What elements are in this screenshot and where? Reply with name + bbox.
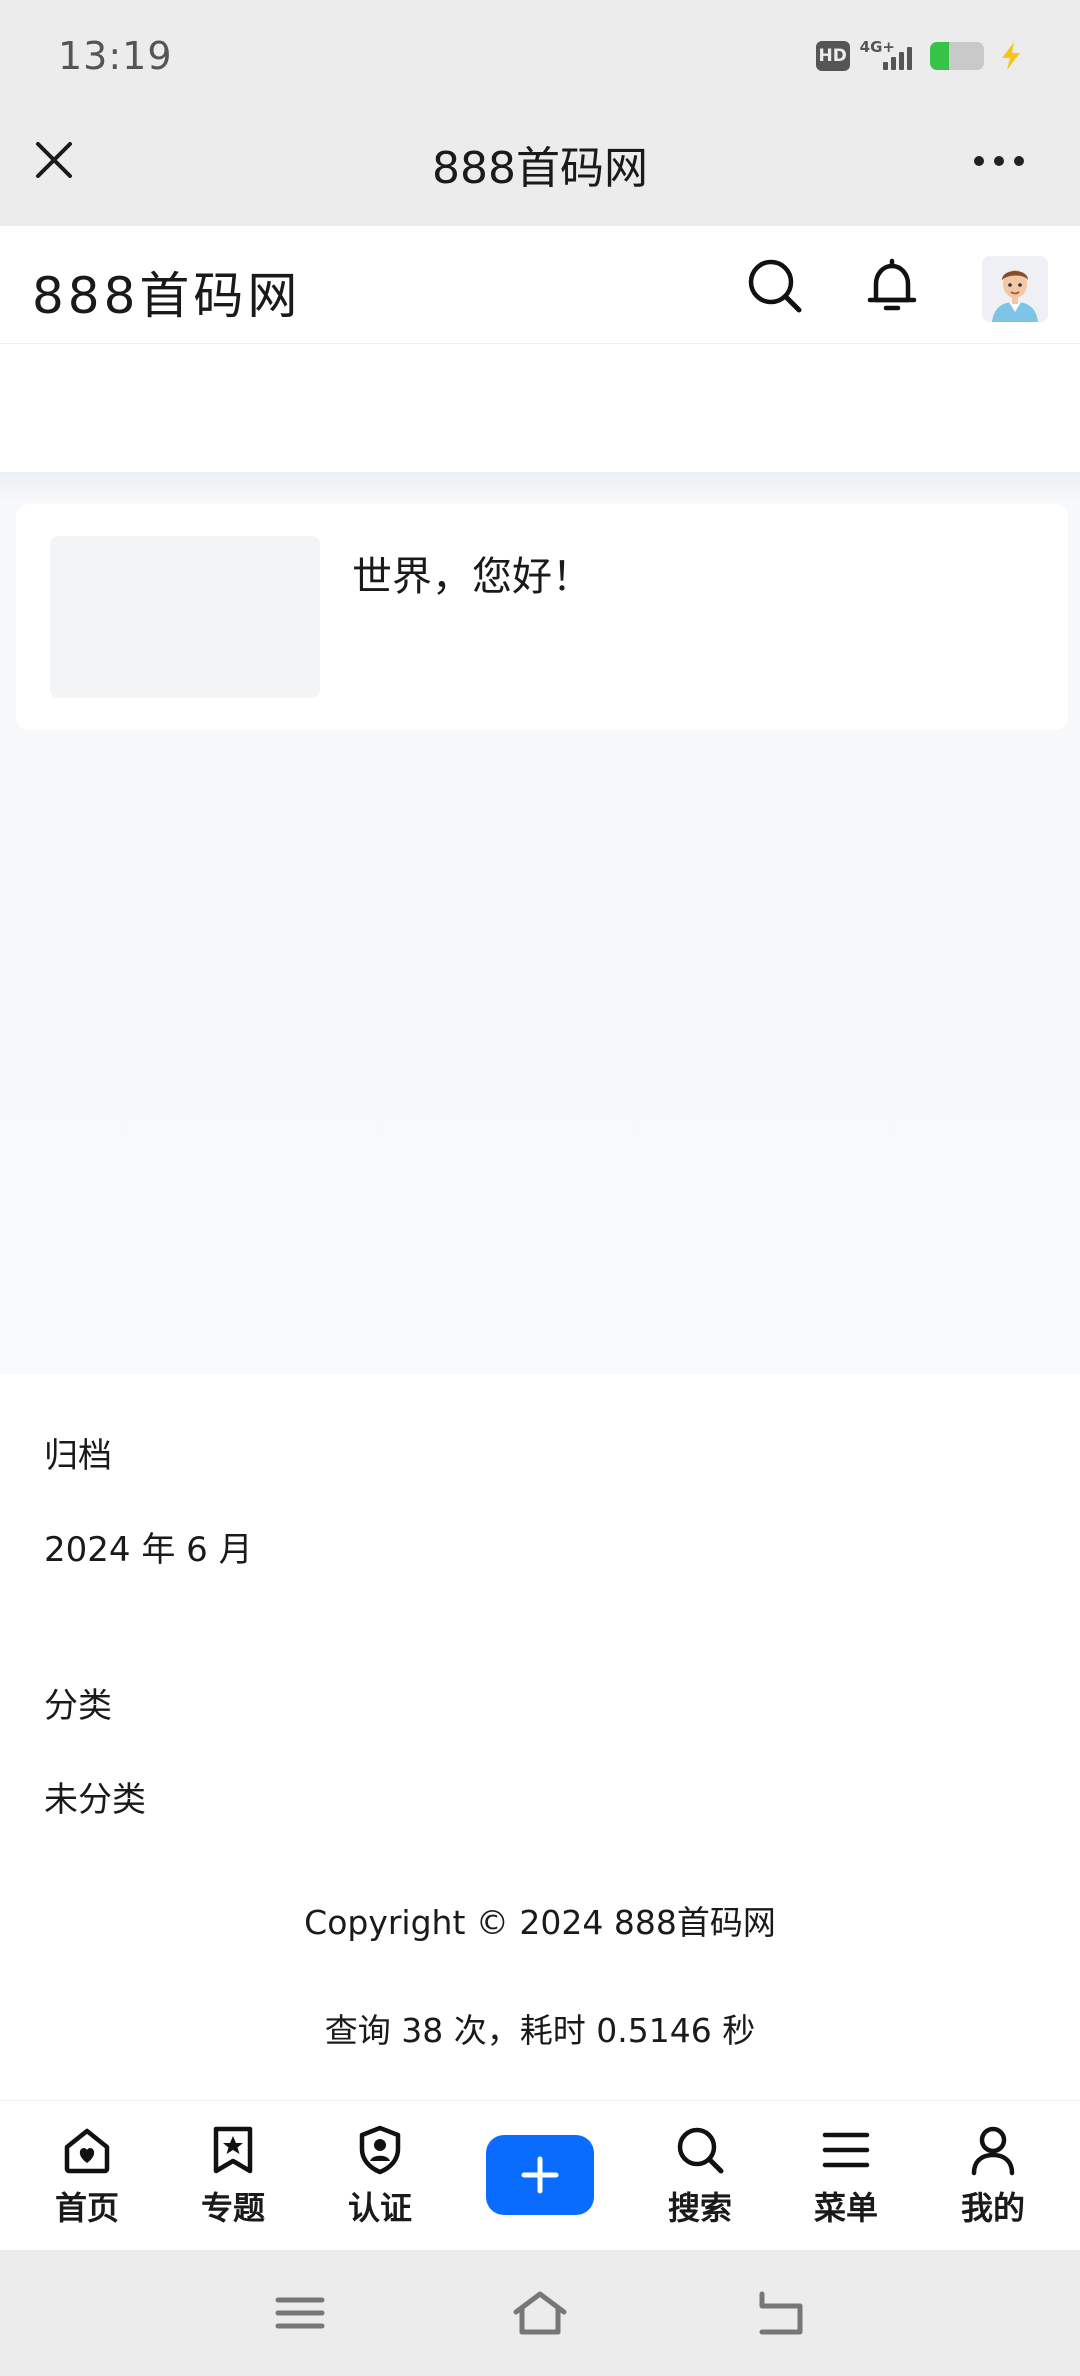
tab-search[interactable]: 搜索 (640, 2123, 760, 2229)
menu-icon (822, 2132, 870, 2168)
tab-label: 首页 (54, 2189, 119, 2227)
user-icon (971, 2126, 1015, 2176)
footer-copyright: Copyright © 2024 888首码网 (304, 1903, 776, 1942)
tab-profile[interactable]: 我的 (933, 2123, 1053, 2229)
title-bar: 888首码网 (0, 112, 1080, 226)
battery-icon (930, 42, 984, 70)
status-icons: HD 4G+ (815, 38, 1024, 74)
hd-badge: HD (815, 41, 850, 71)
search-icon[interactable] (745, 256, 805, 316)
tab-label: 菜单 (813, 2189, 878, 2227)
status-time: 13:19 (58, 34, 173, 78)
menu-icon[interactable] (270, 2286, 330, 2340)
post-thumbnail[interactable] (50, 536, 320, 698)
tab-label: 我的 (960, 2189, 1025, 2227)
network-type: 4G+ (859, 38, 895, 56)
search-icon (677, 2127, 724, 2174)
site-logo[interactable]: 888首码网 (32, 256, 301, 328)
tab-topics[interactable]: 专题 (173, 2123, 293, 2229)
home-heart-icon (64, 2128, 110, 2174)
tab-menu[interactable]: 菜单 (786, 2123, 906, 2229)
more-icon[interactable] (974, 146, 1036, 176)
footer-query-stats: 查询 38 次，耗时 0.5146 秒 (324, 2011, 756, 2050)
post-list: 世界，您好！ (0, 472, 1080, 1374)
plus-icon (521, 2156, 559, 2194)
status-bar: 13:19 HD 4G+ (0, 0, 1080, 112)
shield-user-icon (359, 2125, 401, 2175)
post-title[interactable]: 世界，您好！ (352, 544, 592, 602)
system-navigation-bar (0, 2250, 1080, 2376)
page-title: 888首码网 (432, 143, 648, 194)
tab-home[interactable]: 首页 (27, 2123, 147, 2229)
avatar[interactable] (982, 256, 1048, 322)
home-icon[interactable] (510, 2286, 570, 2340)
charging-icon (1002, 42, 1020, 70)
add-button[interactable] (486, 2135, 594, 2215)
bookmark-star-icon (213, 2126, 253, 2174)
post-card[interactable]: 世界，您好！ (16, 504, 1068, 730)
tab-label: 认证 (347, 2189, 412, 2227)
back-icon[interactable] (750, 2286, 810, 2340)
tab-label: 专题 (200, 2189, 265, 2227)
category-link[interactable]: 未分类 (44, 1772, 146, 1821)
tab-label: 搜索 (667, 2189, 732, 2227)
archives-title: 归档 (44, 1436, 112, 1476)
site-header: 888首码网 (0, 226, 1080, 344)
avatar-icon (982, 256, 1048, 322)
tab-verify[interactable]: 认证 (320, 2123, 440, 2229)
archive-link[interactable]: 2024 年 6 月 (44, 1522, 253, 1571)
battery-level (930, 42, 949, 70)
header-spacer (0, 344, 1080, 472)
bell-icon[interactable] (862, 256, 922, 316)
categories-title: 分类 (44, 1686, 112, 1726)
bottom-tab-bar: 首页 专题 认证 搜索 菜单 我的 (0, 2100, 1080, 2250)
